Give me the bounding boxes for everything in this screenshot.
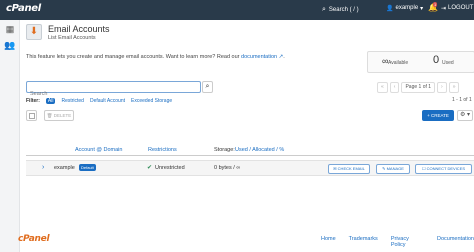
search-field[interactable] [26, 81, 201, 99]
trash-icon: 🗑 [46, 113, 53, 118]
check-email-button[interactable]: ✉ CHECK EMAIL [328, 164, 370, 174]
footer-link-privacy[interactable]: Privacy Policy [391, 236, 424, 248]
restriction-status: Unrestricted [155, 165, 185, 171]
external-link-icon: ↗ [278, 54, 284, 60]
page-select[interactable]: Page 1 of 1 [401, 82, 436, 93]
check-icon: ✔ [147, 165, 153, 171]
sidebar: ▦ 👥 [0, 20, 20, 252]
table-row[interactable]: › example Default ✔ Unrestricted 0 bytes… [26, 160, 474, 176]
storage-usage: 0 bytes / ∞ [214, 165, 241, 171]
filter-label: Filter: [26, 97, 40, 104]
wrench-icon: ✎ [382, 166, 386, 171]
footer-logo[interactable]: cPanel [18, 234, 50, 244]
default-badge: Default [79, 164, 96, 171]
filter-all[interactable]: All [45, 97, 56, 104]
expand-chevron-icon[interactable]: › [42, 164, 44, 171]
last-page-button[interactable]: » [448, 82, 460, 93]
create-button[interactable]: + CREATE [422, 110, 454, 121]
logout-button[interactable]: ⇥ LOGOUT [441, 5, 473, 12]
intro-text: This feature lets you create and manage … [26, 54, 285, 60]
stats-panel: ∞ Available 0 Used [367, 51, 474, 73]
first-page-button[interactable]: « [377, 82, 388, 93]
filter-default-account[interactable]: Default Account [90, 98, 125, 104]
action-bar: 🗑 DELETE + CREATE ⚙ ▾ [26, 110, 474, 124]
top-search-placeholder: Search ( / ) [328, 7, 359, 13]
prev-page-button[interactable]: ‹ [389, 82, 400, 93]
storage-header-label: Storage: [214, 147, 235, 153]
caret-down-icon: ▾ [467, 112, 471, 118]
grid-icon[interactable]: ▦ [4, 24, 16, 34]
username: example [395, 5, 419, 11]
available-label: Available [388, 60, 409, 66]
table-header: Account @ Domain Restrictions Storage: U… [26, 144, 474, 156]
user-icon: 👤 [386, 6, 394, 12]
used-label: Used [442, 60, 454, 66]
device-icon: ☐ [421, 166, 426, 171]
gear-icon: ⚙ [459, 112, 466, 118]
sort-storage[interactable]: Used / Allocated / % [235, 147, 284, 153]
logout-label: LOGOUT [448, 5, 474, 11]
documentation-link[interactable]: documentation [241, 54, 277, 60]
pagination: « ‹ Page 1 of 1 › » [377, 82, 460, 93]
footer-links: Home Trademarks Privacy Policy Documenta… [321, 236, 474, 248]
used-value: 0 [433, 54, 440, 66]
footer-link-home[interactable]: Home [321, 236, 336, 248]
users-icon[interactable]: 👥 [4, 40, 16, 50]
search-icon: ⌕ [322, 6, 326, 13]
top-bar: cPanel ⌕ Search ( / ) 👤 example ▾ 🔔 1 ⇥ … [0, 0, 474, 20]
sort-account[interactable]: Account @ Domain [75, 147, 122, 153]
email-accounts-icon: ⬇ [26, 24, 42, 40]
filter-exceeded-storage[interactable]: Exceeded Storage [131, 98, 172, 104]
settings-dropdown[interactable]: ⚙ ▾ [457, 110, 473, 121]
search-icon: ⌕ [205, 83, 210, 90]
cpanel-logo[interactable]: cPanel [6, 3, 41, 14]
footer-link-documentation[interactable]: Documentation [437, 236, 474, 248]
select-all-checkbox[interactable] [26, 110, 37, 121]
filter-bar: Filter: All Restricted Default Account E… [26, 96, 172, 105]
footer-link-trademarks[interactable]: Trademarks [349, 236, 378, 248]
delete-button[interactable]: 🗑 DELETE [44, 110, 74, 121]
main-content: ⬇ Email Accounts List Email Accounts Thi… [20, 20, 474, 252]
page-title: Email Accounts [48, 24, 110, 34]
user-menu[interactable]: 👤 example ▾ [386, 5, 423, 12]
sort-restrictions[interactable]: Restrictions [148, 147, 177, 153]
filter-restricted[interactable]: Restricted [61, 98, 84, 104]
search-button[interactable]: ⌕ [202, 81, 213, 93]
caret-down-icon: ▾ [420, 6, 424, 12]
connect-devices-button[interactable]: ☐ CONNECT DEVICES [415, 164, 472, 174]
top-search[interactable]: ⌕ Search ( / ) [322, 4, 378, 16]
envelope-icon: ✉ [333, 166, 337, 171]
manage-button[interactable]: ✎ MANAGE [376, 164, 410, 174]
page-subtitle: List Email Accounts [48, 35, 96, 41]
next-page-button[interactable]: › [437, 82, 447, 93]
result-count: 1 - 1 of 1 [452, 97, 472, 103]
account-name: example [54, 165, 75, 171]
logout-icon: ⇥ [441, 6, 447, 12]
